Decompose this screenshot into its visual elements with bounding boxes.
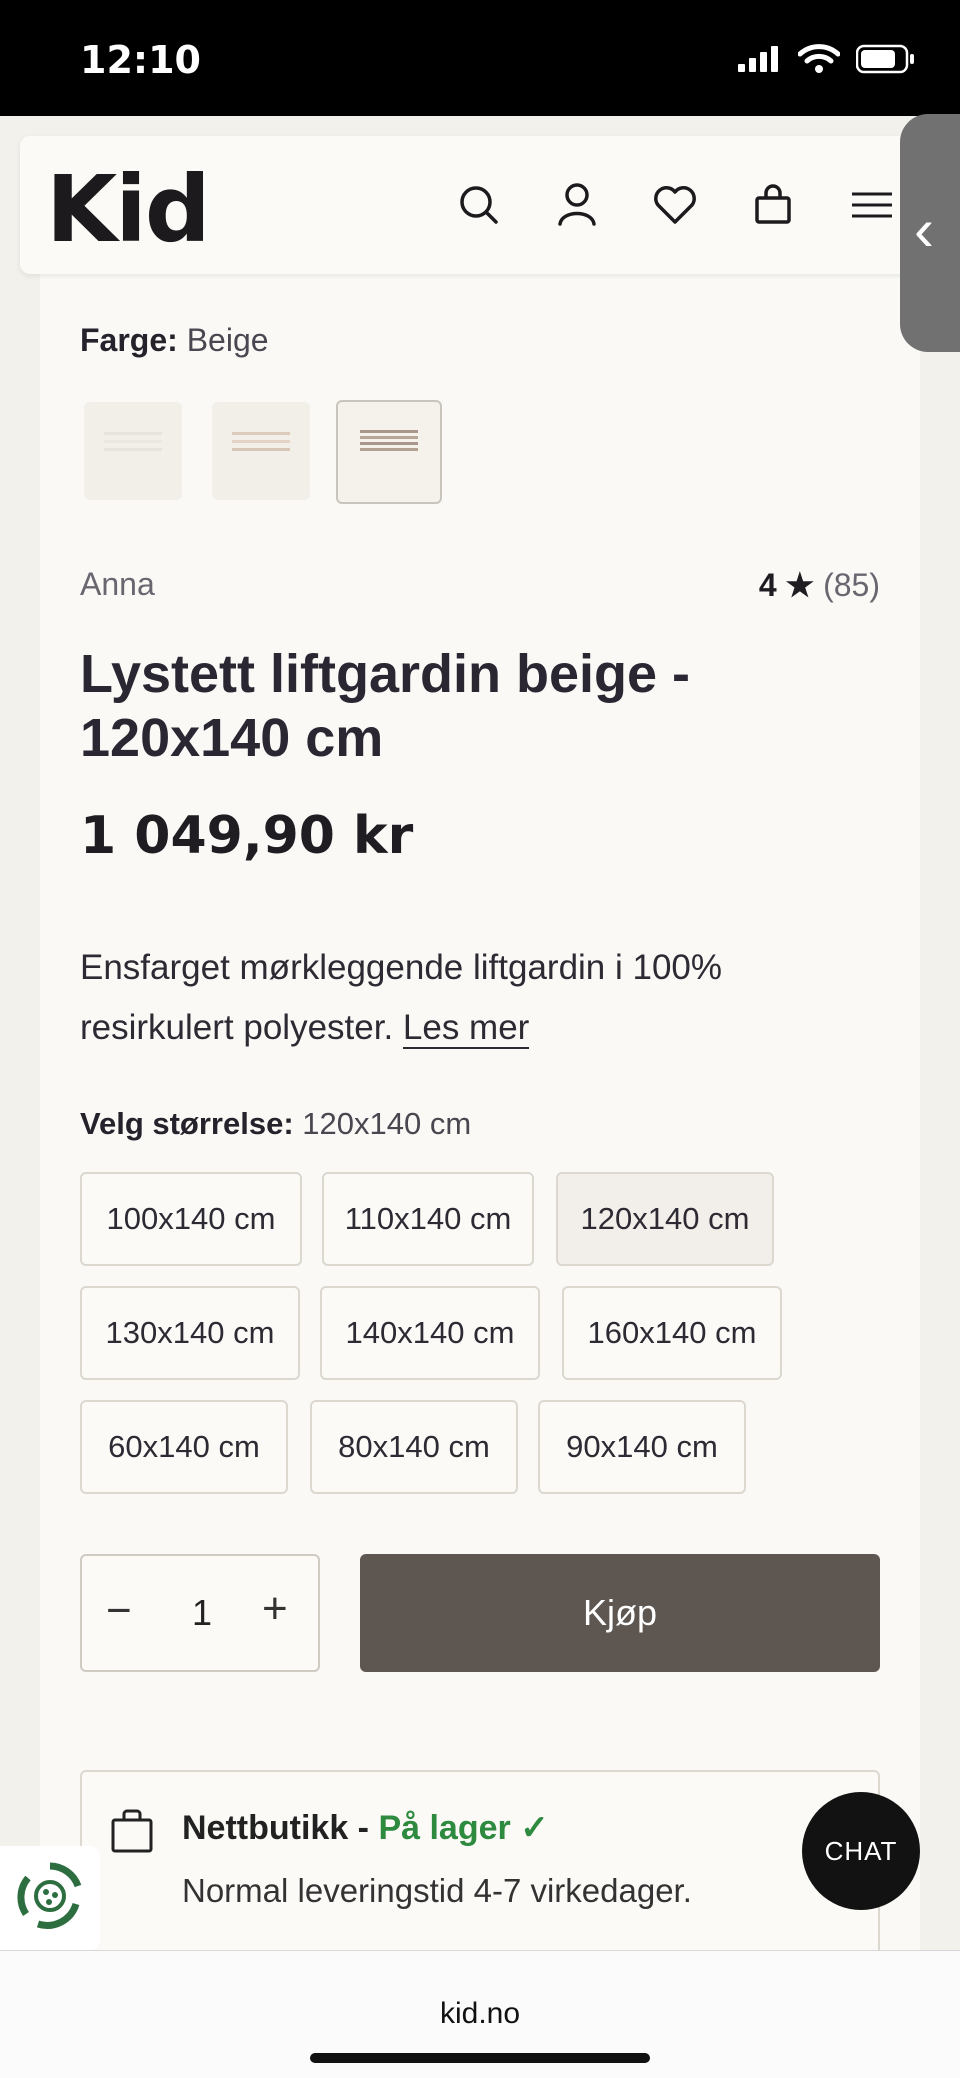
side-drawer-handle[interactable]: ‹ bbox=[900, 114, 960, 352]
size-label: Velg størrelse: 120x140 cm bbox=[80, 1106, 471, 1142]
account-icon[interactable] bbox=[552, 180, 602, 230]
buy-button[interactable]: Kjøp bbox=[360, 1554, 880, 1672]
increase-quantity-button[interactable]: + bbox=[262, 1584, 288, 1634]
home-indicator bbox=[310, 2053, 650, 2063]
rating-value: 4 bbox=[758, 567, 777, 603]
star-icon: ★ bbox=[785, 567, 815, 603]
color-label-title: Farge: bbox=[80, 322, 178, 358]
site-header: Kid bbox=[20, 136, 940, 274]
in-stock-status: På lager bbox=[378, 1809, 511, 1847]
cart-icon[interactable] bbox=[748, 180, 798, 230]
size-option[interactable]: 80x140 cm bbox=[310, 1400, 518, 1494]
stock-title: Nettbutikk - På lager ✓ bbox=[182, 1808, 549, 1848]
description-text: Ensfarget mørkleggende liftgardin i 100%… bbox=[80, 948, 723, 1047]
color-swatch-white[interactable] bbox=[84, 402, 182, 500]
size-option[interactable]: 110x140 cm bbox=[322, 1172, 534, 1266]
stock-info-box: Nettbutikk - På lager ✓ Normal leverings… bbox=[80, 1770, 880, 1970]
store-label: Nettbutikk - bbox=[182, 1809, 369, 1847]
color-swatch-beige[interactable] bbox=[336, 400, 442, 504]
cellular-signal-icon bbox=[738, 46, 778, 72]
size-option-selected[interactable]: 120x140 cm bbox=[556, 1172, 774, 1266]
menu-icon[interactable] bbox=[846, 180, 896, 230]
size-option[interactable]: 160x140 cm bbox=[562, 1286, 782, 1380]
size-option[interactable]: 130x140 cm bbox=[80, 1286, 300, 1380]
recycle-icon bbox=[17, 1862, 82, 1929]
status-bar: 12:10 bbox=[0, 0, 960, 116]
color-swatch-light-beige[interactable] bbox=[212, 402, 310, 500]
store-bag-icon bbox=[111, 1809, 153, 1853]
delivery-time: Normal leveringstid 4-7 virkedager. bbox=[182, 1872, 692, 1909]
size-option[interactable]: 140x140 cm bbox=[320, 1286, 540, 1380]
quantity-value[interactable]: 1 bbox=[192, 1592, 212, 1634]
size-option[interactable]: 100x140 cm bbox=[80, 1172, 302, 1266]
size-label-title: Velg størrelse: bbox=[80, 1106, 294, 1141]
browser-bottom-bar: kid.no bbox=[0, 1950, 960, 2078]
color-label: Farge: Beige bbox=[80, 322, 269, 359]
wishlist-icon[interactable] bbox=[650, 180, 700, 230]
product-brand[interactable]: Anna bbox=[80, 566, 155, 603]
quantity-stepper: − 1 + bbox=[80, 1554, 320, 1672]
checkmark-icon: ✓ bbox=[520, 1809, 549, 1847]
decrease-quantity-button[interactable]: − bbox=[106, 1586, 132, 1636]
eco-badge[interactable] bbox=[0, 1846, 100, 1950]
kid-logo[interactable]: Kid bbox=[46, 156, 211, 263]
color-label-value: Beige bbox=[186, 322, 269, 358]
wifi-icon bbox=[798, 44, 840, 73]
status-icons bbox=[738, 44, 916, 74]
product-rating[interactable]: 4 ★ (85) bbox=[759, 566, 880, 604]
chat-button[interactable]: CHAT bbox=[802, 1792, 920, 1910]
status-time: 12:10 bbox=[80, 38, 201, 82]
size-label-value: 120x140 cm bbox=[302, 1106, 472, 1141]
browser-url[interactable]: kid.no bbox=[0, 1997, 960, 2031]
read-more-link[interactable]: Les mer bbox=[402, 1008, 530, 1049]
rating-count: (85) bbox=[823, 567, 880, 603]
chevron-left-icon: ‹ bbox=[914, 196, 934, 263]
search-icon[interactable] bbox=[454, 180, 504, 230]
product-price: 1 049,90 kr bbox=[80, 806, 414, 866]
product-title: Lystett liftgardin beige - 120x140 cm bbox=[80, 644, 691, 768]
battery-icon bbox=[856, 44, 914, 74]
size-option[interactable]: 90x140 cm bbox=[538, 1400, 746, 1494]
product-description: Ensfarget mørkleggende liftgardin i 100%… bbox=[80, 938, 880, 1058]
size-option[interactable]: 60x140 cm bbox=[80, 1400, 288, 1494]
